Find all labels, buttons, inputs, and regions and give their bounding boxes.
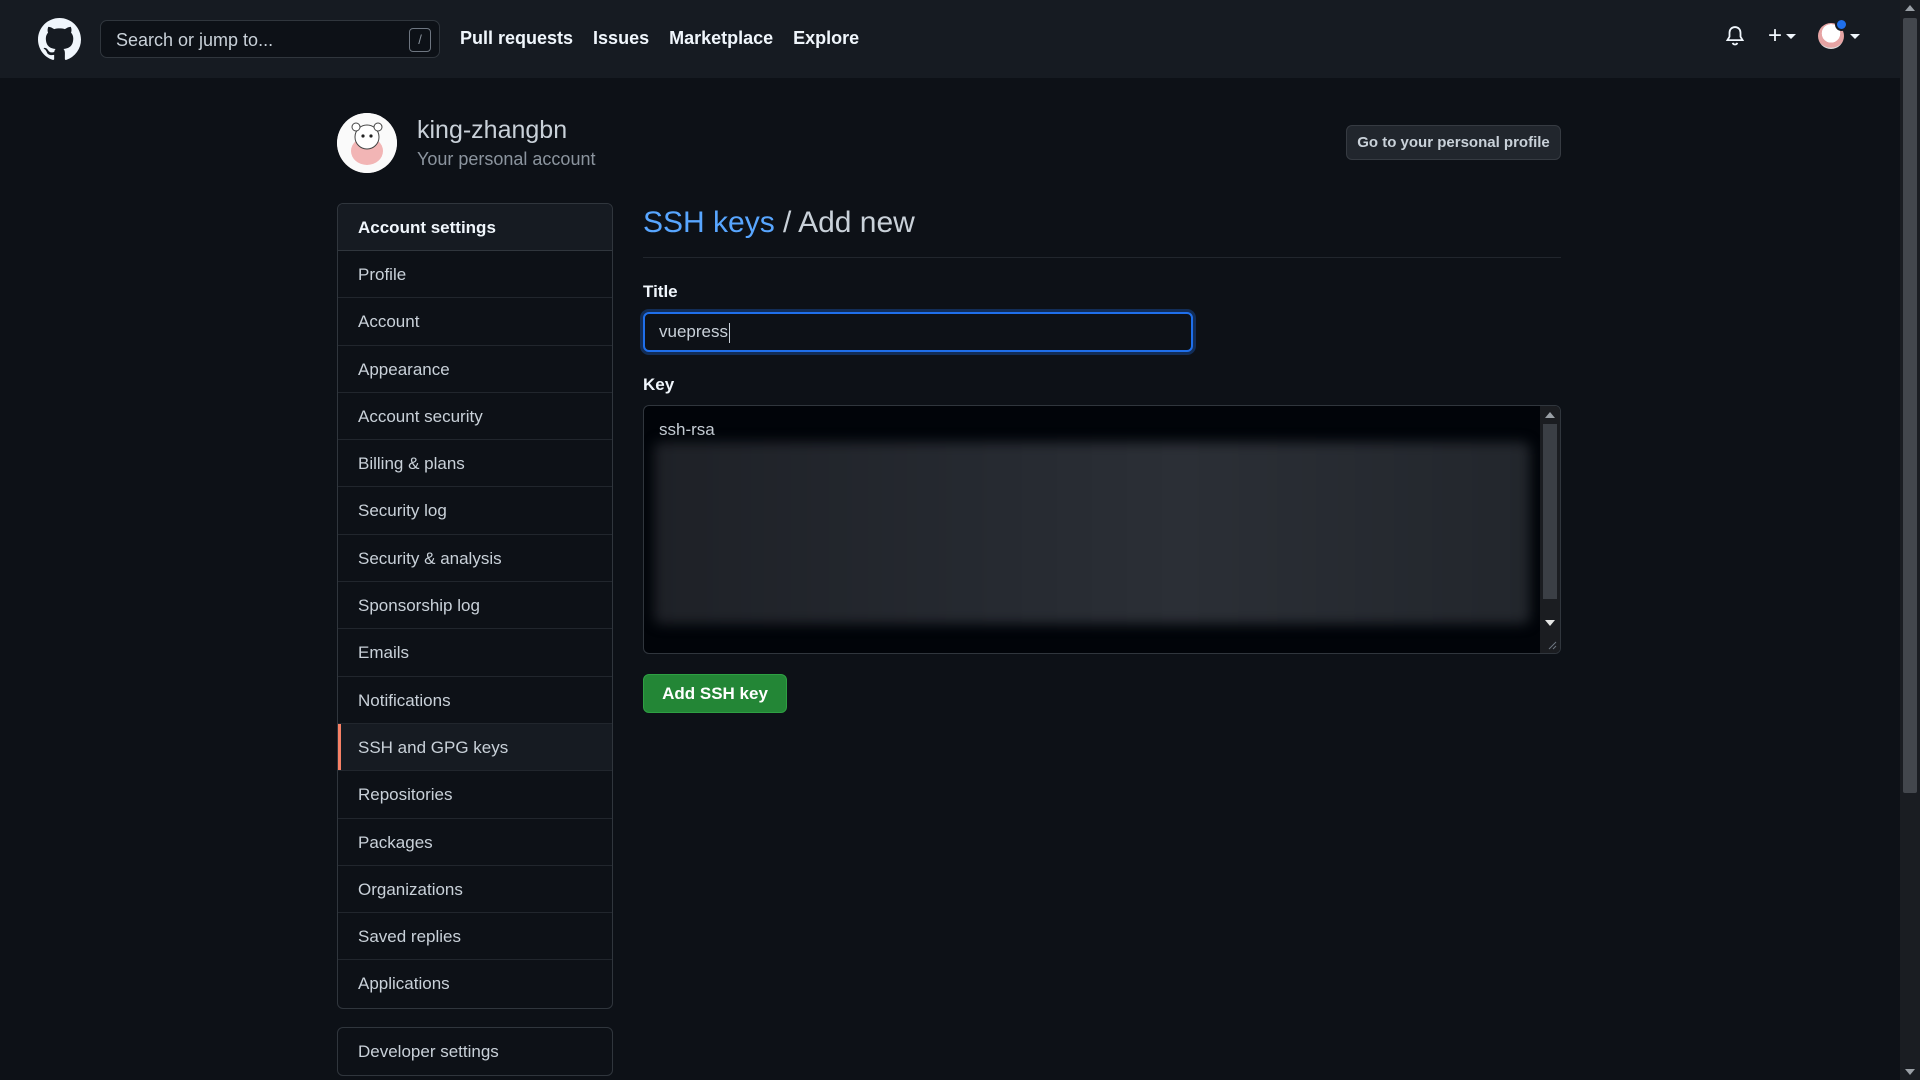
page-title: SSH keys / Add new: [643, 206, 915, 240]
search-shortcut-key: /: [409, 28, 431, 52]
sidebar-item-developer-settings[interactable]: Developer settings: [337, 1027, 613, 1076]
scrollbar-thumb[interactable]: [1543, 424, 1557, 599]
redacted-key-blur: [654, 442, 1530, 624]
title-input[interactable]: vuepress: [643, 312, 1193, 352]
title-input-value: vuepress: [659, 322, 728, 341]
top-header: Search or jump to... / Pull requests Iss…: [0, 0, 1900, 78]
account-subtitle: Your personal account: [417, 149, 596, 169]
breadcrumb-ssh-keys-link[interactable]: SSH keys: [643, 206, 775, 239]
sidebar-item-packages[interactable]: Packages: [338, 819, 612, 866]
avatar: [1818, 18, 1848, 49]
text-cursor: [728, 322, 730, 343]
avatar-image-icon: [337, 113, 397, 173]
sidebar-item-emails[interactable]: Emails: [338, 629, 612, 677]
sidebar-item-saved-replies[interactable]: Saved replies: [338, 913, 612, 961]
sidebar-item-repositories[interactable]: Repositories: [338, 771, 612, 819]
scroll-down-arrow-icon[interactable]: [1545, 620, 1555, 626]
sidebar-item-profile[interactable]: Profile: [338, 251, 612, 299]
nav-explore[interactable]: Explore: [793, 28, 859, 49]
scroll-up-arrow-icon[interactable]: [1545, 412, 1555, 418]
breadcrumb-current: Add new: [798, 206, 915, 239]
title-field-label: Title: [643, 282, 678, 301]
go-to-profile-button[interactable]: Go to your personal profile: [1346, 125, 1561, 160]
title-divider: [643, 257, 1561, 258]
sidebar-item-appearance[interactable]: Appearance: [338, 346, 612, 393]
resize-handle-icon[interactable]: [1547, 640, 1557, 650]
nav-issues[interactable]: Issues: [593, 28, 649, 49]
nav-pull-requests[interactable]: Pull requests: [460, 28, 573, 49]
header-actions: +: [1724, 18, 1860, 50]
key-field-label: Key: [643, 375, 675, 394]
scroll-down-arrow-icon[interactable]: [1905, 1069, 1915, 1075]
account-username[interactable]: king-zhangbn: [417, 116, 567, 145]
notification-dot-icon: [1835, 18, 1848, 31]
key-textarea-scrollbar[interactable]: [1540, 406, 1560, 653]
chevron-down-icon: [1850, 33, 1860, 39]
sidebar-heading: Account settings: [338, 204, 612, 251]
scrollbar-thumb[interactable]: [1903, 18, 1917, 793]
sidebar-item-security-log[interactable]: Security log: [338, 487, 612, 535]
nav-marketplace[interactable]: Marketplace: [669, 28, 773, 49]
sidebar-item-notifications[interactable]: Notifications: [338, 677, 612, 724]
add-ssh-key-button[interactable]: Add SSH key: [643, 674, 787, 713]
key-textarea[interactable]: ssh-rsa: [643, 405, 1561, 654]
page-scrollbar[interactable]: [1900, 0, 1920, 1080]
account-avatar[interactable]: [337, 113, 397, 173]
scroll-up-arrow-icon[interactable]: [1905, 5, 1915, 11]
key-textarea-value: ssh-rsa: [659, 420, 715, 439]
github-logo-icon[interactable]: [38, 18, 81, 61]
sidebar-item-account[interactable]: Account: [338, 298, 612, 346]
search-placeholder: Search or jump to...: [116, 30, 274, 50]
plus-icon: +: [1767, 22, 1782, 49]
settings-sidebar: Account settings Profile Account Appeara…: [337, 203, 613, 1009]
chevron-down-icon: [1786, 33, 1796, 39]
sidebar-item-billing[interactable]: Billing & plans: [338, 440, 612, 488]
user-menu-dropdown[interactable]: [1818, 18, 1860, 49]
create-new-dropdown[interactable]: +: [1768, 22, 1796, 50]
sidebar-item-organizations[interactable]: Organizations: [338, 866, 612, 914]
breadcrumb-separator: /: [774, 206, 799, 239]
notification-bell-icon[interactable]: [1724, 24, 1746, 48]
sidebar-item-account-security[interactable]: Account security: [338, 393, 612, 441]
sidebar-item-sponsorship-log[interactable]: Sponsorship log: [338, 582, 612, 630]
global-nav: Pull requests Issues Marketplace Explore: [460, 28, 859, 49]
sidebar-item-security-analysis[interactable]: Security & analysis: [338, 535, 612, 583]
sidebar-item-applications[interactable]: Applications: [338, 960, 612, 1007]
search-input[interactable]: Search or jump to... /: [100, 20, 440, 58]
sidebar-item-ssh-gpg-keys[interactable]: SSH and GPG keys: [338, 723, 612, 772]
